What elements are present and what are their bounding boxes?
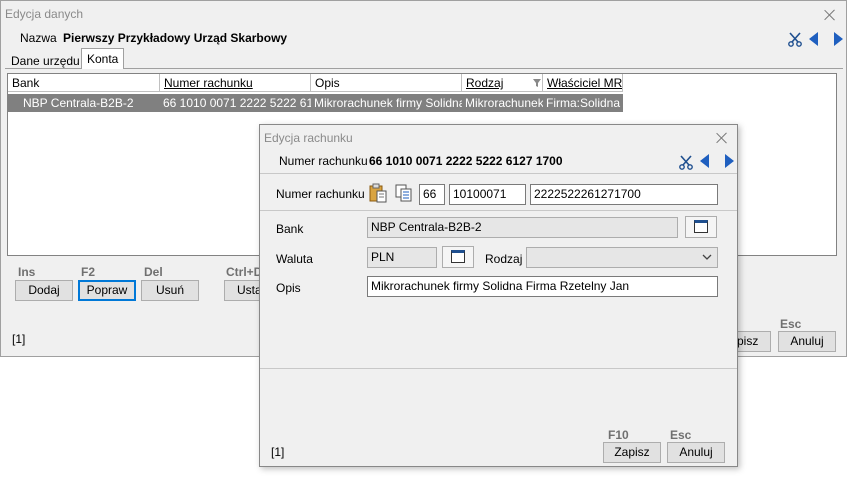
table-row[interactable]: NBP Centrala-B2B-2 66 1010 0071 2222 522… xyxy=(8,94,623,112)
calendar-icon xyxy=(694,220,708,233)
currency-field: PLN xyxy=(367,247,437,268)
cell-account-number: 66 1010 0071 2222 5222 6127 xyxy=(163,96,311,110)
cancel-button-main[interactable]: Anuluj xyxy=(778,331,836,352)
set-button[interactable]: Usta xyxy=(224,280,264,301)
filter-icon[interactable] xyxy=(533,79,541,87)
hotkey-esc-main: Esc xyxy=(780,317,802,331)
hotkey-f2: F2 xyxy=(81,265,96,279)
currency-picker-button[interactable] xyxy=(442,246,474,268)
description-field[interactable]: Mikrorachunek firmy Solidna Firma Rzetel… xyxy=(367,276,718,297)
bank-label: Bank xyxy=(276,222,304,236)
arrow-right-icon[interactable] xyxy=(725,154,734,168)
delete-button[interactable]: Usuń xyxy=(141,280,199,301)
cancel-button[interactable]: Anuluj xyxy=(667,442,725,463)
tab-dane-urzedu[interactable]: Dane urzędu xyxy=(6,51,85,69)
description-label: Opis xyxy=(276,281,301,295)
dialog-record-counter: [1] xyxy=(271,445,285,459)
scissors-icon[interactable] xyxy=(678,154,694,170)
dialog-title: Edycja rachunku xyxy=(264,131,353,145)
dialog-divider-top xyxy=(260,173,737,174)
account-bank-code-field[interactable]: 10100071 xyxy=(449,184,526,205)
copy-icon[interactable] xyxy=(394,183,414,203)
paste-icon[interactable] xyxy=(368,183,388,203)
column-header-bank[interactable]: Bank xyxy=(8,74,160,92)
cell-type: Mikrorachunek xyxy=(465,96,543,110)
column-header-owner[interactable]: Właściciel MR xyxy=(543,74,623,92)
record-counter: [1] xyxy=(12,332,26,346)
cell-description: Mikrorachunek firmy Solidna Fir xyxy=(314,96,462,110)
dialog-divider-bottom xyxy=(260,368,737,369)
grid-header: Bank Numer rachunku Opis Rodzaj Właścici… xyxy=(8,74,623,92)
edit-button[interactable]: Popraw xyxy=(78,280,136,301)
hotkey-ctrl-d: Ctrl+D xyxy=(226,265,263,279)
dialog-divider-mid xyxy=(260,210,737,211)
hotkey-del: Del xyxy=(144,265,163,279)
hotkey-f10: F10 xyxy=(608,428,629,442)
type-select[interactable] xyxy=(526,247,718,268)
arrow-right-icon[interactable] xyxy=(834,32,843,46)
cell-bank: NBP Centrala-B2B-2 xyxy=(23,96,134,110)
bank-field: NBP Centrala-B2B-2 xyxy=(367,217,678,238)
hotkey-ins: Ins xyxy=(18,265,36,279)
calendar-icon xyxy=(451,250,465,263)
add-button[interactable]: Dodaj xyxy=(15,280,73,301)
name-label: Nazwa xyxy=(20,31,57,45)
tabs-baseline xyxy=(5,68,843,69)
close-icon[interactable] xyxy=(715,131,729,145)
bank-picker-button[interactable] xyxy=(685,216,717,238)
save-button[interactable]: Zapisz xyxy=(603,442,661,463)
account-dialog: Edycja rachunku Numer rachunku 66 1010 0… xyxy=(259,124,738,467)
chevron-down-icon[interactable] xyxy=(702,254,712,261)
column-header-description[interactable]: Opis xyxy=(311,74,462,92)
column-header-type[interactable]: Rodzaj xyxy=(462,74,543,92)
dialog-header-value: 66 1010 0071 2222 5222 6127 1700 xyxy=(369,154,563,168)
main-window-title: Edycja danych xyxy=(5,7,84,21)
dialog-header-label: Numer rachunku xyxy=(279,154,368,168)
arrow-left-icon[interactable] xyxy=(809,32,818,46)
account-number-label: Numer rachunku xyxy=(276,187,365,201)
account-number-field[interactable]: 2222522261271700 xyxy=(530,184,718,205)
close-icon[interactable] xyxy=(823,8,837,22)
currency-label: Waluta xyxy=(276,252,313,266)
save-button-main[interactable]: pisz xyxy=(736,331,771,352)
account-check-digits-field[interactable]: 66 xyxy=(419,184,445,205)
column-header-account-number[interactable]: Numer rachunku xyxy=(160,74,311,92)
cell-owner: Firma:Solidna Fir xyxy=(546,96,623,110)
arrow-left-icon[interactable] xyxy=(700,154,709,168)
scissors-icon[interactable] xyxy=(787,31,803,47)
hotkey-esc-dialog: Esc xyxy=(670,428,692,442)
tab-konta[interactable]: Konta xyxy=(81,48,125,69)
type-label: Rodzaj xyxy=(485,252,523,266)
name-value: Pierwszy Przykładowy Urząd Skarbowy xyxy=(63,31,288,45)
